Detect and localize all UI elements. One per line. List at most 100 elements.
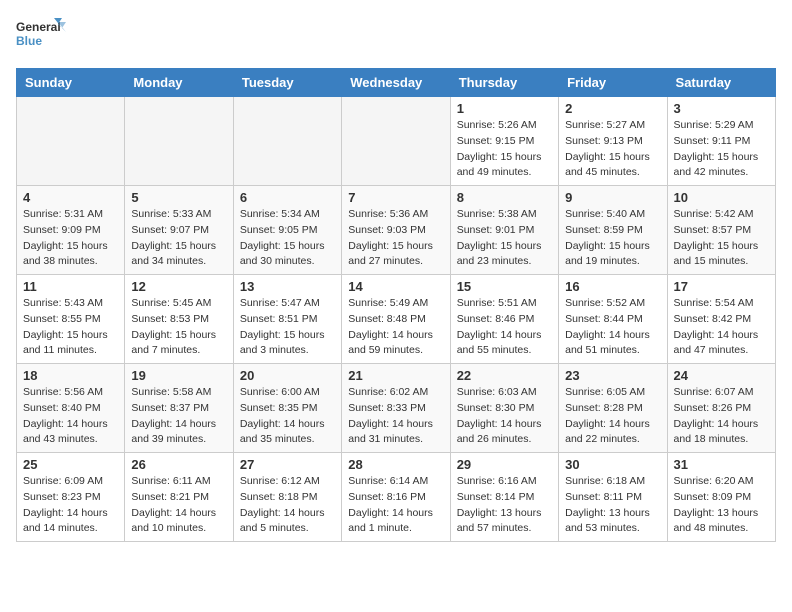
day-number: 1 xyxy=(457,101,552,116)
day-info: Sunrise: 5:34 AMSunset: 9:05 PMDaylight:… xyxy=(240,207,335,270)
calendar-cell: 19 Sunrise: 5:58 AMSunset: 8:37 PMDayligh… xyxy=(125,364,233,453)
day-info: Sunrise: 6:00 AMSunset: 8:35 PMDaylight:… xyxy=(240,385,335,448)
calendar-cell: 1 Sunrise: 5:26 AMSunset: 9:15 PMDaylight… xyxy=(450,97,558,186)
day-number: 17 xyxy=(674,279,769,294)
day-number: 3 xyxy=(674,101,769,116)
day-info: Sunrise: 6:09 AMSunset: 8:23 PMDaylight:… xyxy=(23,474,118,537)
day-info: Sunrise: 6:02 AMSunset: 8:33 PMDaylight:… xyxy=(348,385,443,448)
logo-svg: General Blue xyxy=(16,16,66,56)
day-number: 21 xyxy=(348,368,443,383)
calendar-week-2: 4Sunrise: 5:31 AMSunset: 9:09 PMDaylight… xyxy=(17,186,776,275)
calendar-cell: 14 Sunrise: 5:49 AMSunset: 8:48 PMDayligh… xyxy=(342,275,450,364)
calendar-header: SundayMondayTuesdayWednesdayThursdayFrid… xyxy=(17,69,776,97)
calendar-cell: 21 Sunrise: 6:02 AMSunset: 8:33 PMDayligh… xyxy=(342,364,450,453)
day-number: 7 xyxy=(348,190,443,205)
calendar-cell: 11Sunrise: 5:43 AMSunset: 8:55 PMDayligh… xyxy=(17,275,125,364)
day-number: 2 xyxy=(565,101,660,116)
calendar-cell: 15Sunrise: 5:51 AMSunset: 8:46 PMDayligh… xyxy=(450,275,558,364)
day-info: Sunrise: 6:11 AMSunset: 8:21 PMDaylight:… xyxy=(131,474,226,537)
day-number: 8 xyxy=(457,190,552,205)
weekday-header-thursday: Thursday xyxy=(450,69,558,97)
day-info: Sunrise: 6:03 AMSunset: 8:30 PMDaylight:… xyxy=(457,385,552,448)
day-info: Sunrise: 6:14 AMSunset: 8:16 PMDaylight:… xyxy=(348,474,443,537)
calendar-cell xyxy=(17,97,125,186)
day-number: 26 xyxy=(131,457,226,472)
calendar-week-5: 25 Sunrise: 6:09 AMSunset: 8:23 PMDayligh… xyxy=(17,453,776,542)
calendar-cell: 7 Sunrise: 5:36 AMSunset: 9:03 PMDaylight… xyxy=(342,186,450,275)
day-number: 28 xyxy=(348,457,443,472)
day-number: 10 xyxy=(674,190,769,205)
day-number: 20 xyxy=(240,368,335,383)
day-info: Sunrise: 5:42 AMSunset: 8:57 PMDaylight:… xyxy=(674,207,769,270)
weekday-header-sunday: Sunday xyxy=(17,69,125,97)
weekday-header-tuesday: Tuesday xyxy=(233,69,341,97)
day-number: 14 xyxy=(348,279,443,294)
calendar-cell: 28 Sunrise: 6:14 AMSunset: 8:16 PMDayligh… xyxy=(342,453,450,542)
day-number: 11 xyxy=(23,279,118,294)
day-number: 31 xyxy=(674,457,769,472)
day-number: 29 xyxy=(457,457,552,472)
calendar-table: SundayMondayTuesdayWednesdayThursdayFrid… xyxy=(16,68,776,542)
calendar-cell: 31 Sunrise: 6:20 AMSunset: 8:09 PMDayligh… xyxy=(667,453,775,542)
weekday-header-saturday: Saturday xyxy=(667,69,775,97)
day-info: Sunrise: 6:18 AMSunset: 8:11 PMDaylight:… xyxy=(565,474,660,537)
calendar-cell: 13 Sunrise: 5:47 AMSunset: 8:51 PMDayligh… xyxy=(233,275,341,364)
day-info: Sunrise: 5:58 AMSunset: 8:37 PMDaylight:… xyxy=(131,385,226,448)
day-info: Sunrise: 5:26 AMSunset: 9:15 PMDaylight:… xyxy=(457,118,552,181)
calendar-cell xyxy=(125,97,233,186)
day-info: Sunrise: 5:40 AMSunset: 8:59 PMDaylight:… xyxy=(565,207,660,270)
calendar-week-4: 18Sunrise: 5:56 AMSunset: 8:40 PMDayligh… xyxy=(17,364,776,453)
calendar-cell: 16Sunrise: 5:52 AMSunset: 8:44 PMDayligh… xyxy=(559,275,667,364)
calendar-cell: 18Sunrise: 5:56 AMSunset: 8:40 PMDayligh… xyxy=(17,364,125,453)
day-info: Sunrise: 6:07 AMSunset: 8:26 PMDaylight:… xyxy=(674,385,769,448)
day-info: Sunrise: 5:49 AMSunset: 8:48 PMDaylight:… xyxy=(348,296,443,359)
calendar-cell: 23 Sunrise: 6:05 AMSunset: 8:28 PMDayligh… xyxy=(559,364,667,453)
calendar-cell: 8Sunrise: 5:38 AMSunset: 9:01 PMDaylight… xyxy=(450,186,558,275)
weekday-header-friday: Friday xyxy=(559,69,667,97)
calendar-week-3: 11Sunrise: 5:43 AMSunset: 8:55 PMDayligh… xyxy=(17,275,776,364)
day-info: Sunrise: 5:45 AMSunset: 8:53 PMDaylight:… xyxy=(131,296,226,359)
calendar-cell: 5 Sunrise: 5:33 AMSunset: 9:07 PMDaylight… xyxy=(125,186,233,275)
day-info: Sunrise: 5:36 AMSunset: 9:03 PMDaylight:… xyxy=(348,207,443,270)
calendar-week-1: 1 Sunrise: 5:26 AMSunset: 9:15 PMDaylight… xyxy=(17,97,776,186)
day-number: 25 xyxy=(23,457,118,472)
day-number: 23 xyxy=(565,368,660,383)
day-info: Sunrise: 5:54 AMSunset: 8:42 PMDaylight:… xyxy=(674,296,769,359)
day-info: Sunrise: 6:05 AMSunset: 8:28 PMDaylight:… xyxy=(565,385,660,448)
day-info: Sunrise: 6:20 AMSunset: 8:09 PMDaylight:… xyxy=(674,474,769,537)
day-info: Sunrise: 5:31 AMSunset: 9:09 PMDaylight:… xyxy=(23,207,118,270)
calendar-cell: 2 Sunrise: 5:27 AMSunset: 9:13 PMDaylight… xyxy=(559,97,667,186)
calendar-cell: 20 Sunrise: 6:00 AMSunset: 8:35 PMDayligh… xyxy=(233,364,341,453)
day-number: 13 xyxy=(240,279,335,294)
calendar-cell: 24 Sunrise: 6:07 AMSunset: 8:26 PMDayligh… xyxy=(667,364,775,453)
day-number: 6 xyxy=(240,190,335,205)
calendar-cell: 26 Sunrise: 6:11 AMSunset: 8:21 PMDayligh… xyxy=(125,453,233,542)
calendar-cell xyxy=(233,97,341,186)
calendar-cell: 27Sunrise: 6:12 AMSunset: 8:18 PMDayligh… xyxy=(233,453,341,542)
day-number: 19 xyxy=(131,368,226,383)
day-info: Sunrise: 5:33 AMSunset: 9:07 PMDaylight:… xyxy=(131,207,226,270)
day-number: 24 xyxy=(674,368,769,383)
calendar-cell: 3Sunrise: 5:29 AMSunset: 9:11 PMDaylight… xyxy=(667,97,775,186)
calendar-cell: 30 Sunrise: 6:18 AMSunset: 8:11 PMDayligh… xyxy=(559,453,667,542)
calendar-cell: 12 Sunrise: 5:45 AMSunset: 8:53 PMDayligh… xyxy=(125,275,233,364)
page-header: General Blue xyxy=(16,16,776,56)
calendar-cell: 29Sunrise: 6:16 AMSunset: 8:14 PMDayligh… xyxy=(450,453,558,542)
day-number: 22 xyxy=(457,368,552,383)
logo: General Blue xyxy=(16,16,66,56)
weekday-header-monday: Monday xyxy=(125,69,233,97)
day-info: Sunrise: 5:27 AMSunset: 9:13 PMDaylight:… xyxy=(565,118,660,181)
day-number: 15 xyxy=(457,279,552,294)
calendar-cell: 10 Sunrise: 5:42 AMSunset: 8:57 PMDayligh… xyxy=(667,186,775,275)
svg-text:Blue: Blue xyxy=(16,34,42,48)
day-number: 18 xyxy=(23,368,118,383)
day-number: 30 xyxy=(565,457,660,472)
day-number: 27 xyxy=(240,457,335,472)
day-number: 12 xyxy=(131,279,226,294)
day-info: Sunrise: 5:47 AMSunset: 8:51 PMDaylight:… xyxy=(240,296,335,359)
svg-text:General: General xyxy=(16,20,61,34)
day-number: 5 xyxy=(131,190,226,205)
day-number: 16 xyxy=(565,279,660,294)
calendar-cell: 25 Sunrise: 6:09 AMSunset: 8:23 PMDayligh… xyxy=(17,453,125,542)
day-number: 9 xyxy=(565,190,660,205)
